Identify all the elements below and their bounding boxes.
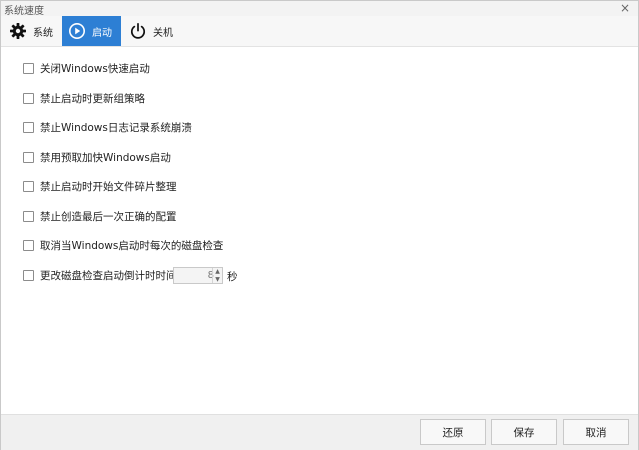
stepper-up-icon[interactable]: ▲	[213, 268, 222, 275]
tab-system[interactable]: 系统	[1, 16, 59, 46]
checkbox[interactable]	[23, 121, 34, 133]
option-disable-prefetch[interactable]: 禁用预取加快Windows启动	[23, 150, 171, 164]
option-label: 禁止启动时更新组策略	[40, 92, 145, 105]
close-icon[interactable]: ×	[618, 1, 632, 15]
countdown-value[interactable]: 8	[174, 268, 214, 283]
gear-icon	[9, 22, 27, 40]
window-title: 系统速度	[4, 6, 44, 17]
power-icon	[129, 22, 147, 40]
option-label: 禁止创造最后一次正确的配置	[40, 210, 177, 223]
checkbox[interactable]	[23, 62, 34, 74]
tab-shutdown-label: 关机	[153, 27, 173, 39]
checkbox[interactable]	[23, 92, 34, 104]
restore-button[interactable]: 还原	[420, 419, 486, 445]
option-no-last-known-good[interactable]: 禁止创造最后一次正确的配置	[23, 209, 177, 223]
countdown-unit: 秒	[227, 271, 238, 283]
option-label: 禁止Windows日志记录系统崩溃	[40, 121, 192, 134]
option-no-crash-log[interactable]: 禁止Windows日志记录系统崩溃	[23, 120, 192, 134]
title-bar: 系统速度 ×	[1, 1, 638, 17]
save-button[interactable]: 保存	[491, 419, 557, 445]
tab-startup-label: 启动	[92, 27, 112, 39]
checkbox[interactable]	[23, 239, 34, 251]
option-label: 更改磁盘检查启动倒计时时间	[40, 269, 177, 282]
toolbar: 系统 启动 关机	[1, 16, 638, 47]
tab-startup[interactable]: 启动	[62, 16, 121, 46]
option-label: 取消当Windows启动时每次的磁盘检查	[40, 239, 224, 252]
option-disable-fast-startup[interactable]: 关闭Windows快速启动	[23, 61, 150, 75]
checkbox[interactable]	[23, 180, 34, 192]
checkbox[interactable]	[23, 210, 34, 222]
option-no-boot-defrag[interactable]: 禁止启动时开始文件碎片整理	[23, 179, 177, 193]
play-circle-icon	[68, 22, 86, 40]
stepper-arrows: ▲ ▼	[212, 268, 222, 283]
cancel-button[interactable]: 取消	[563, 419, 629, 445]
settings-window: 系统速度 × 系统 启动 关机 关闭Windows快速启动 禁止启动时更新组策略…	[0, 0, 639, 450]
option-skip-disk-check[interactable]: 取消当Windows启动时每次的磁盘检查	[23, 238, 223, 252]
option-no-gpupdate-at-boot[interactable]: 禁止启动时更新组策略	[23, 91, 145, 105]
option-label: 关闭Windows快速启动	[40, 62, 150, 75]
tab-system-label: 系统	[33, 27, 53, 39]
tab-shutdown[interactable]: 关机	[125, 16, 185, 46]
option-change-disk-check-countdown[interactable]: 更改磁盘检查启动倒计时时间	[23, 268, 177, 282]
checkbox[interactable]	[23, 269, 34, 281]
footer-bar: 还原 保存 取消	[1, 414, 638, 450]
checkbox[interactable]	[23, 151, 34, 163]
option-label: 禁用预取加快Windows启动	[40, 151, 171, 164]
countdown-stepper[interactable]: 8 ▲ ▼	[173, 267, 223, 284]
option-label: 禁止启动时开始文件碎片整理	[40, 180, 177, 193]
stepper-down-icon[interactable]: ▼	[213, 276, 222, 283]
